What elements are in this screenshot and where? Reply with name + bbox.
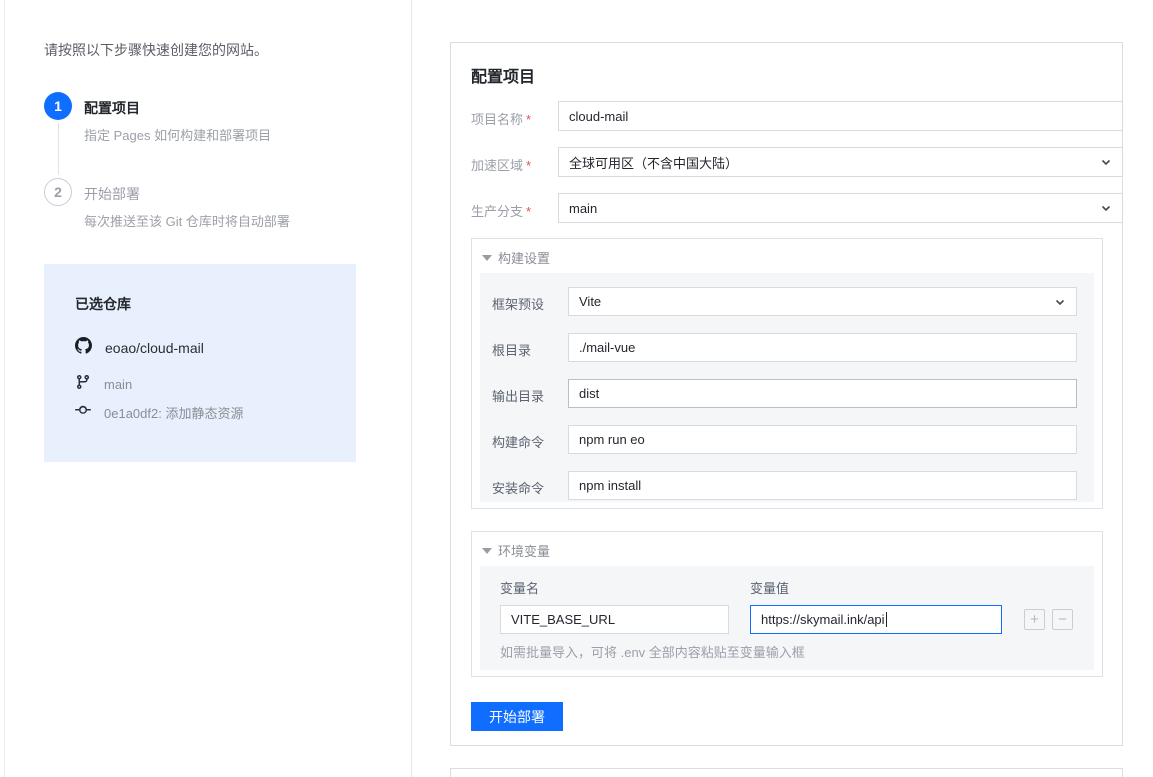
required-asterisk: * [526,158,531,173]
github-icon [75,337,92,359]
repo-commit-row: 0e1a0df2: 添加静态资源 [75,402,243,423]
var-name-input-wrap [500,605,729,634]
selected-repo-title: 已选仓库 [75,294,131,314]
project-name-label: 项目名称* [471,109,531,128]
step-connector-line [58,123,59,175]
text-caret [886,612,887,627]
framework-select[interactable]: Vite [568,287,1077,316]
root-dir-input[interactable] [579,340,1066,355]
env-vars-body: 变量名 变量值 https://skymail.ink/api + − 如需批量… [480,566,1094,670]
repo-branch-row: main [75,374,132,395]
build-cmd-input-wrap [568,425,1077,454]
required-asterisk: * [526,112,531,127]
step-2-title: 开始部署 [84,184,140,204]
env-vars-header[interactable]: 环境变量 [482,541,550,560]
build-settings-section: 构建设置 框架预设 Vite 根目录 输出目录 [471,238,1103,509]
project-name-row: 项目名称* [471,101,1104,131]
next-card-partial [450,768,1123,777]
build-cmd-input[interactable] [579,432,1066,447]
env-vars-title: 环境变量 [498,541,550,560]
output-dir-label: 输出目录 [492,386,544,405]
chevron-down-icon [1100,202,1112,217]
framework-row: 框架预设 Vite [480,287,1094,316]
output-dir-input[interactable] [579,386,1066,401]
install-cmd-label: 安装命令 [492,478,544,497]
wizard-intro-text: 请按照以下步骤快速创建您的网站。 [44,40,268,60]
branch-select-value: main [569,201,597,216]
repo-commit-message: 0e1a0df2: 添加静态资源 [104,403,243,422]
build-settings-title: 构建设置 [498,248,550,267]
required-asterisk: * [526,204,531,219]
selected-repo-panel: 已选仓库 eoao/cloud-mail main 0e1a0df2: 添加静态… [44,264,356,462]
step-2-number: 2 [54,184,62,200]
build-settings-body: 框架预设 Vite 根目录 输出目录 [480,273,1094,502]
repo-branch-name: main [104,377,132,392]
var-name-header: 变量名 [500,578,539,597]
chevron-down-icon [1100,156,1112,171]
root-dir-input-wrap [568,333,1077,362]
framework-select-value: Vite [579,294,601,309]
region-row: 加速区域* 全球可用区（不含中国大陆） [471,147,1104,177]
remove-variable-button[interactable]: − [1052,609,1073,630]
build-cmd-label: 构建命令 [492,432,544,451]
region-label: 加速区域* [471,155,531,174]
branch-select[interactable]: main [558,193,1123,223]
collapse-triangle-icon [482,255,492,261]
repo-name-row: eoao/cloud-mail [75,337,204,359]
collapse-triangle-icon [482,548,492,554]
repo-full-name: eoao/cloud-mail [105,340,204,356]
branch-row: 生产分支* main [471,193,1104,223]
var-name-input[interactable] [511,612,718,627]
build-settings-header[interactable]: 构建设置 [482,248,550,267]
root-dir-label: 根目录 [492,340,531,359]
install-cmd-input-wrap [568,471,1077,500]
step-2-subtitle: 每次推送至该 Git 仓库时将自动部署 [84,211,290,230]
project-name-input-wrap [558,101,1123,131]
add-variable-button[interactable]: + [1024,609,1045,630]
install-cmd-row: 安装命令 [480,471,1094,500]
step-1-subtitle: 指定 Pages 如何构建和部署项目 [84,125,271,144]
vertical-divider [411,0,412,777]
git-commit-icon [75,402,91,423]
framework-label: 框架预设 [492,294,544,313]
env-import-hint: 如需批量导入，可将 .env 全部内容粘贴至变量输入框 [500,642,805,661]
root-dir-row: 根目录 [480,333,1094,362]
project-name-input[interactable] [569,109,1112,124]
var-value-input[interactable]: https://skymail.ink/api [750,605,1002,634]
start-deploy-button[interactable]: 开始部署 [471,702,563,731]
env-vars-section: 环境变量 变量名 变量值 https://skymail.ink/api + −… [471,531,1103,677]
pages-create-wizard: 请按照以下步骤快速创建您的网站。 1 配置项目 指定 Pages 如何构建和部署… [0,0,1153,777]
output-dir-input-wrap [568,379,1077,408]
git-branch-icon [75,374,91,395]
var-value-text: https://skymail.ink/api [761,612,885,627]
build-cmd-row: 构建命令 [480,425,1094,454]
step-1-title: 配置项目 [84,98,140,118]
left-edge-line [4,0,5,777]
step-1-number: 1 [54,98,62,114]
card-title: 配置项目 [471,63,535,87]
configure-project-card: 配置项目 项目名称* 加速区域* 全球可用区（不含中国大陆） 生产分支* [450,42,1123,746]
branch-label: 生产分支* [471,201,531,220]
step-2-indicator: 2 [44,178,72,206]
region-select-value: 全球可用区（不含中国大陆） [569,153,738,172]
install-cmd-input[interactable] [579,478,1066,493]
chevron-down-icon [1054,296,1066,311]
var-value-header: 变量值 [750,578,789,597]
output-dir-row: 输出目录 [480,379,1094,408]
region-select[interactable]: 全球可用区（不含中国大陆） [558,147,1123,177]
step-1-indicator: 1 [44,92,72,120]
